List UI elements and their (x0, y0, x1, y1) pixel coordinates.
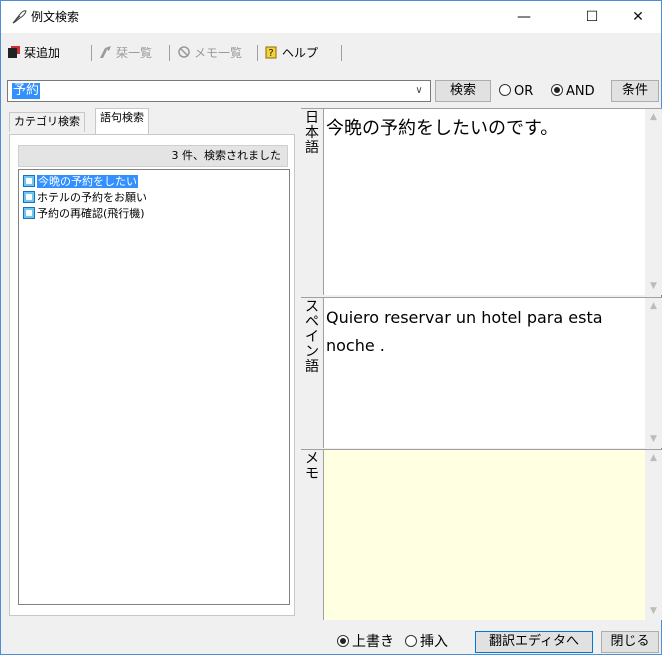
tab-phrase-search[interactable]: 語句検索 (95, 108, 149, 134)
japanese-section: 日 本 語 今晩の予約をしたいのです。 ▲ ▼ (301, 108, 662, 295)
translate-editor-button[interactable]: 翻訳エディタへ (475, 631, 593, 653)
list-item-label: 予約の再確認(飛行機) (37, 207, 145, 220)
help-button[interactable]: ? ヘルプ (265, 44, 318, 62)
bookmark-list-icon (99, 45, 113, 59)
spanish-scrollbar[interactable]: ▲ ▼ (645, 298, 662, 448)
scroll-up-icon[interactable]: ▲ (645, 298, 662, 315)
memo-label: メ モ (305, 451, 319, 482)
memo-text[interactable] (323, 450, 645, 620)
add-bookmark-label: 栞追加 (24, 46, 61, 60)
close-button[interactable]: 閉じる (601, 631, 659, 653)
spanish-label: ス ペ イ ン 語 (305, 299, 319, 375)
japanese-scrollbar[interactable]: ▲ ▼ (645, 109, 662, 295)
japanese-label: 日 本 語 (305, 110, 319, 156)
overwrite-radio-circle[interactable] (337, 635, 349, 647)
list-item-label: ホテルの予約をお願い (37, 191, 147, 204)
toolbar: 栞追加 栞一覧 メモ一覧 ? ヘルプ (1, 41, 661, 65)
help-icon: ? (265, 45, 279, 59)
document-icon (23, 207, 35, 219)
document-icon (23, 175, 35, 187)
list-item-label: 今晩の予約をしたい (37, 175, 138, 188)
search-combobox[interactable]: 予約 ∨ (7, 80, 431, 102)
and-radio-label: AND (566, 84, 595, 99)
window-title: 例文検索 (31, 10, 80, 24)
search-input[interactable]: 予約 (12, 83, 41, 99)
result-count: 3 件、検索されました (18, 145, 288, 167)
or-radio-label: OR (514, 84, 534, 99)
insert-label: 挿入 (420, 634, 448, 650)
tab-category-search[interactable]: カテゴリ検索 (9, 112, 85, 132)
and-radio-circle[interactable] (551, 84, 563, 96)
search-row: 予約 ∨ 検索 OR AND 条件 (1, 80, 661, 104)
bottom-bar: 上書き 挿入 翻訳エディタへ 閉じる (1, 631, 661, 653)
maximize-button[interactable]: ☐ (569, 1, 615, 33)
memo-list-label: メモ一覧 (194, 46, 243, 60)
insert-radio[interactable]: 挿入 (405, 633, 448, 651)
or-radio[interactable]: OR (499, 83, 533, 101)
spanish-text[interactable]: Quiero reservar un hotel para esta noche… (323, 298, 645, 448)
minimize-button[interactable]: — (501, 1, 547, 33)
scroll-down-icon[interactable]: ▼ (645, 278, 662, 295)
window: 例文検索 — ☐ ✕ 栞追加 栞一覧 メモ一覧 ? ヘルプ 予約 ∨ 検索 OR… (0, 0, 662, 655)
scroll-up-icon[interactable]: ▲ (645, 450, 662, 467)
list-item[interactable]: 予約の再確認(飛行機) (23, 206, 145, 221)
toolbar-divider (341, 45, 342, 61)
scroll-up-icon[interactable]: ▲ (645, 109, 662, 126)
conditions-button[interactable]: 条件 (611, 80, 659, 102)
help-label: ヘルプ (282, 46, 319, 60)
or-radio-circle[interactable] (499, 84, 511, 96)
feather-pen-icon (11, 9, 27, 25)
scroll-down-icon[interactable]: ▼ (645, 603, 662, 620)
overwrite-label: 上書き (352, 634, 394, 650)
spanish-section: ス ペ イ ン 語 Quiero reservar un hotel para … (301, 297, 662, 448)
chevron-down-icon[interactable]: ∨ (410, 82, 428, 100)
tab-body: 3 件、検索されました 今晩の予約をしたい ホテルの予約をお願い 予約の再確認(… (9, 134, 295, 616)
toolbar-divider (257, 45, 258, 61)
bookmark-list-button[interactable]: 栞一覧 (99, 44, 152, 62)
scroll-down-icon[interactable]: ▼ (645, 431, 662, 448)
add-bookmark-button[interactable]: 栞追加 (7, 44, 60, 62)
left-panel: カテゴリ検索 語句検索 3 件、検索されました 今晩の予約をしたい ホテルの予約… (7, 108, 297, 616)
memo-section: メ モ ▲ ▼ (301, 449, 662, 620)
toolbar-divider (169, 45, 170, 61)
close-window-button[interactable]: ✕ (615, 1, 661, 33)
bookmark-list-label: 栞一覧 (116, 46, 153, 60)
memo-list-icon (177, 45, 191, 59)
title-bar: 例文検索 — ☐ ✕ (1, 1, 661, 33)
japanese-text[interactable]: 今晩の予約をしたいのです。 (323, 109, 645, 295)
list-item[interactable]: ホテルの予約をお願い (23, 190, 147, 205)
memo-list-button[interactable]: メモ一覧 (177, 44, 242, 62)
insert-radio-circle[interactable] (405, 635, 417, 647)
result-list[interactable]: 今晩の予約をしたい ホテルの予約をお願い 予約の再確認(飛行機) (18, 169, 290, 605)
bookmark-add-icon (7, 45, 21, 59)
memo-scrollbar[interactable]: ▲ ▼ (645, 450, 662, 620)
and-radio[interactable]: AND (551, 83, 595, 101)
list-item[interactable]: 今晩の予約をしたい (23, 174, 138, 189)
document-icon (23, 191, 35, 203)
svg-text:?: ? (268, 48, 273, 59)
right-panel: 日 本 語 今晩の予約をしたいのです。 ▲ ▼ ス ペ イ ン 語 Quiero… (301, 108, 662, 620)
overwrite-radio[interactable]: 上書き (337, 633, 394, 651)
search-button[interactable]: 検索 (435, 80, 491, 102)
toolbar-divider (91, 45, 92, 61)
